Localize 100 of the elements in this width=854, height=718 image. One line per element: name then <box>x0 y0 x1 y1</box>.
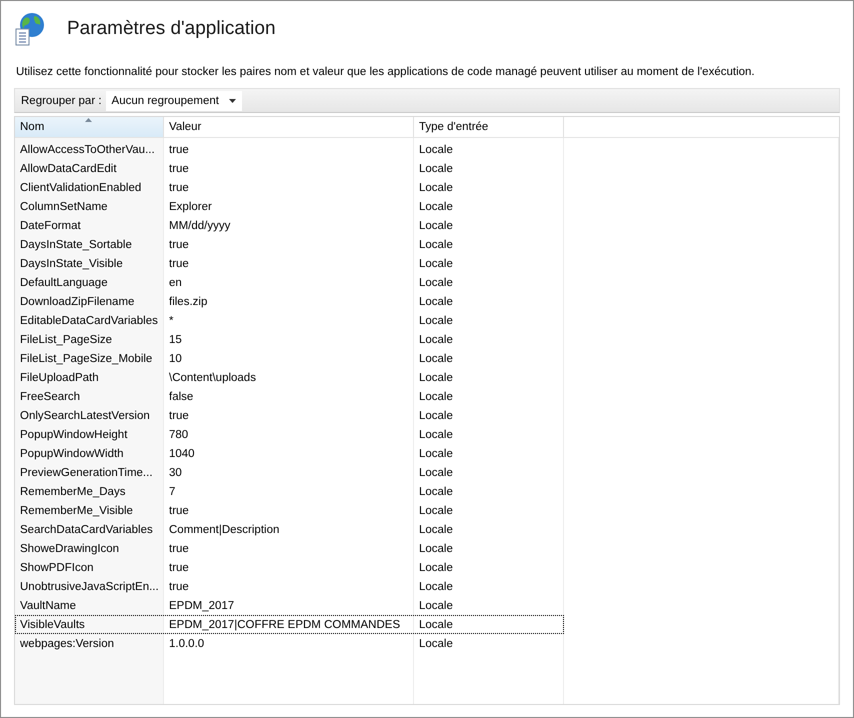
value-cell-text: true <box>168 256 190 272</box>
type-cell-text: Locale <box>418 542 454 556</box>
table-row[interactable]: DaysInState_Sortable true Locale <box>15 235 564 254</box>
table-row[interactable]: PopupWindowWidth 1040 Locale <box>15 444 564 463</box>
table-row[interactable]: ShowPDFIcon true Locale <box>15 558 564 577</box>
table-row[interactable]: EditableDataCardVariables * Locale <box>15 311 564 330</box>
table-row[interactable]: ColumnSetName Explorer Locale <box>15 197 564 216</box>
name-cell-text: PreviewGenerationTime... <box>19 466 154 480</box>
type-cell-text: Locale <box>418 294 454 310</box>
value-cell-text: true <box>168 162 190 176</box>
group-by-dropdown[interactable]: Aucun regroupement <box>106 90 242 110</box>
description-text: Utilisez cette fonctionnalité pour stocker les paires nom et valeur que les applications de code managé peuvent utiliser au moment de l'exécution. <box>16 66 756 78</box>
table-row[interactable]: VisibleVaults EPDM_2017|COFFRE EPDM COMMANDES Locale <box>15 615 564 634</box>
name-cell-text: RememberMe_Days <box>19 484 126 500</box>
type-cell-text: Locale <box>418 332 454 348</box>
type-cell-text: Locale <box>418 522 454 538</box>
type-cell-text: Locale <box>418 314 454 328</box>
type-cell-text: Locale <box>418 618 454 632</box>
name-cell-text: OnlySearchLatestVersion <box>19 408 151 424</box>
type-cell-text: Locale <box>418 504 454 518</box>
type-cell-text: Locale <box>418 408 454 424</box>
name-cell-text: webpages:Version <box>19 636 115 652</box>
value-cell-text: Comment|Description <box>168 522 280 538</box>
value-cell-text: 15 <box>168 332 183 348</box>
name-cell-text: DownloadZipFilename <box>19 294 136 310</box>
value-cell-text: 1.0.0.0 <box>168 636 206 652</box>
type-cell-text: Locale <box>418 560 454 576</box>
table-row[interactable]: ShoweDrawingIcon true Locale <box>15 539 564 558</box>
table-row[interactable]: PreviewGenerationTime... 30 Locale <box>15 463 564 482</box>
name-cell-text: ShoweDrawingIcon <box>19 542 120 556</box>
name-cell-text: FileList_PageSize_Mobile <box>19 352 154 366</box>
type-cell-text: Locale <box>418 276 454 290</box>
table-row[interactable]: FileList_PageSize_Mobile 10 Locale <box>15 349 564 368</box>
value-cell-text: true <box>168 180 190 196</box>
type-cell-text: Locale <box>418 446 454 462</box>
name-cell-text: VisibleVaults <box>19 618 86 632</box>
type-cell-text: Locale <box>418 636 454 652</box>
table-row[interactable]: FreeSearch false Locale <box>15 387 564 406</box>
table-row[interactable]: webpages:Version 1.0.0.0 Locale <box>15 634 564 653</box>
name-cell-text: VaultName <box>19 598 78 614</box>
name-cell-text: AllowAccessToOtherVau... <box>19 142 156 158</box>
table-row[interactable]: AllowDataCardEdit true Locale <box>15 159 564 178</box>
table-row[interactable]: AllowAccessToOtherVau... true Locale <box>15 140 564 159</box>
table-row[interactable]: DownloadZipFilename files.zip Locale <box>15 292 564 311</box>
type-cell-text: Locale <box>418 352 454 366</box>
type-cell-text: Locale <box>418 256 454 272</box>
table-row[interactable]: ClientValidationEnabled true Locale <box>15 178 564 197</box>
column-header[interactable]: Nom <box>15 117 164 137</box>
type-cell-text: Locale <box>418 200 454 214</box>
table-row[interactable]: VaultName EPDM_2017 Locale <box>15 596 564 615</box>
name-cell-text: EditableDataCardVariables <box>19 314 159 328</box>
value-cell-text: \Content\uploads <box>168 370 257 386</box>
value-cell-text: 1040 <box>168 446 196 462</box>
table-row[interactable]: UnobtrusiveJavaScriptEn... true Locale <box>15 577 564 596</box>
type-cell-text: Locale <box>418 142 454 158</box>
value-cell-text: en <box>168 276 183 290</box>
type-cell-text: Locale <box>418 180 454 196</box>
type-cell-text: Locale <box>418 162 454 176</box>
name-cell-text: DaysInState_Sortable <box>19 238 133 252</box>
table-row[interactable]: OnlySearchLatestVersion true Locale <box>15 406 564 425</box>
name-cell-text: FreeSearch <box>19 390 82 404</box>
table-row[interactable]: RememberMe_Visible true Locale <box>15 501 564 520</box>
value-cell-text: true <box>168 238 190 252</box>
name-cell-text: ShowPDFIcon <box>19 560 95 576</box>
value-cell-text: 7 <box>168 484 176 500</box>
table-row[interactable]: RememberMe_Days 7 Locale <box>15 482 564 501</box>
value-cell-text: true <box>168 580 190 594</box>
type-cell-text: Locale <box>418 580 454 594</box>
table-row[interactable]: DefaultLanguage en Locale <box>15 273 564 292</box>
table-row[interactable]: DaysInState_Visible true Locale <box>15 254 564 273</box>
table-row[interactable]: SearchDataCardVariables Comment|Description Locale <box>15 520 564 539</box>
name-cell-text: ClientValidationEnabled <box>19 180 142 196</box>
name-cell-text: DefaultLanguage <box>19 276 109 290</box>
name-cell-text: DaysInState_Visible <box>19 256 124 272</box>
value-cell-text: false <box>168 390 194 404</box>
type-cell-text: Locale <box>418 484 454 500</box>
type-cell-text: Locale <box>418 466 454 480</box>
table-row[interactable]: FileUploadPath \Content\uploads Locale <box>15 368 564 387</box>
sort-arrow-icon <box>85 118 92 122</box>
type-cell-text: Locale <box>418 598 454 614</box>
type-cell-text: Locale <box>418 390 454 404</box>
value-cell-text: * <box>168 314 174 328</box>
value-cell-text: files.zip <box>168 294 208 310</box>
name-cell-text: FileUploadPath <box>19 370 100 386</box>
type-cell-text: Locale <box>418 428 454 442</box>
type-cell-text: Locale <box>418 370 454 386</box>
table-row[interactable]: DateFormat MM/dd/yyyy Locale <box>15 216 564 235</box>
name-cell-text: RememberMe_Visible <box>19 504 134 518</box>
name-cell-text: SearchDataCardVariables <box>19 522 154 538</box>
group-by-label: Regrouper par : <box>21 94 102 106</box>
table-row[interactable]: FileList_PageSize 15 Locale <box>15 330 564 349</box>
name-cell-text: DateFormat <box>19 218 82 234</box>
table-row[interactable]: PopupWindowHeight 780 Locale <box>15 425 564 444</box>
value-cell-text: 30 <box>168 466 183 480</box>
name-cell-text: UnobtrusiveJavaScriptEn... <box>19 580 160 594</box>
caret-icon <box>228 98 236 102</box>
type-cell-text: Locale <box>418 238 454 252</box>
name-cell-text: FileList_PageSize <box>19 332 114 348</box>
value-cell-text: true <box>168 142 190 158</box>
value-cell-text: MM/dd/yyyy <box>168 218 232 234</box>
